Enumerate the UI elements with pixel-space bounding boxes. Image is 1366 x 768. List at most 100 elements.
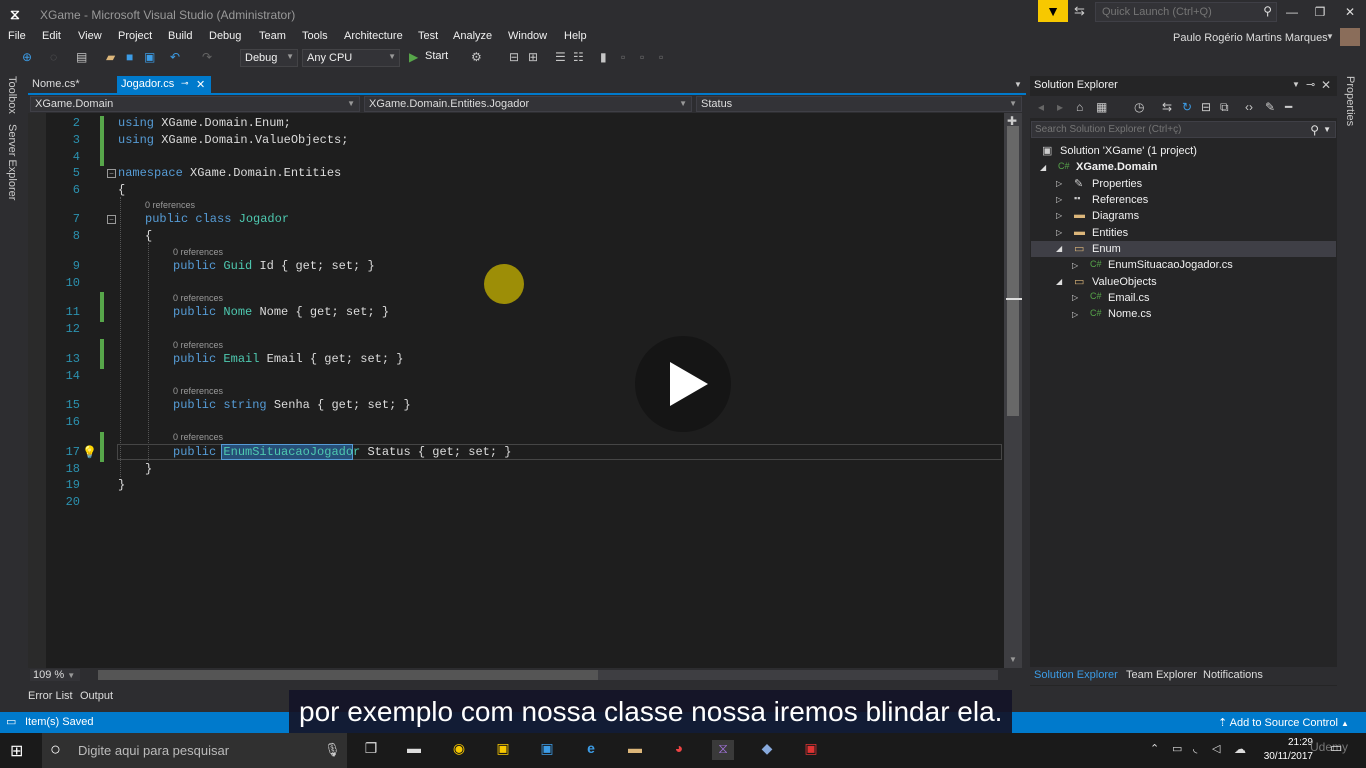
tree-item-valueobjects[interactable]: ValueObjects: [1092, 276, 1157, 288]
notification-filter-icon[interactable]: ▼: [1038, 0, 1068, 22]
menu-analyze[interactable]: Analyze: [453, 30, 492, 42]
solution-search-input[interactable]: [1035, 124, 1285, 135]
view-code-icon[interactable]: ‹›: [1245, 100, 1253, 114]
wifi-icon[interactable]: ◟: [1193, 742, 1197, 755]
restore-button[interactable]: ❐: [1306, 2, 1334, 22]
solution-search-box[interactable]: ⚲ ▼: [1031, 121, 1336, 138]
toolbar-icon-a[interactable]: ⊟: [509, 50, 519, 64]
tab-error-list[interactable]: Error List: [28, 690, 73, 702]
tab-solution-explorer[interactable]: Solution Explorer: [1034, 669, 1118, 681]
horizontal-scroll-thumb[interactable]: [98, 670, 598, 680]
visual-studio-icon[interactable]: ⧖: [712, 740, 734, 760]
undo-icon[interactable]: ↶: [170, 50, 180, 64]
toolbar-icon-b[interactable]: ⊞: [528, 50, 538, 64]
preview-icon[interactable]: ━: [1285, 100, 1292, 114]
file-explorer-icon[interactable]: ▬: [624, 740, 646, 760]
redo-icon[interactable]: ↷: [202, 50, 212, 64]
toolbar-icon-f[interactable]: ▫: [640, 50, 644, 64]
tab-output[interactable]: Output: [80, 690, 113, 702]
config-select[interactable]: Debug ▼: [240, 49, 298, 67]
app-icon[interactable]: ▣: [800, 740, 822, 760]
menu-architecture[interactable]: Architecture: [344, 30, 403, 42]
app-icon[interactable]: ▣: [492, 740, 514, 760]
tree-item-email[interactable]: Email.cs: [1108, 292, 1150, 304]
chevron-down-icon[interactable]: ▼: [1326, 32, 1334, 41]
expand-icon[interactable]: ◢: [1040, 163, 1046, 172]
save-icon[interactable]: ■: [126, 50, 133, 64]
chrome-icon[interactable]: ◕: [668, 740, 690, 760]
tab-overflow-icon[interactable]: ▼: [1014, 80, 1022, 89]
menu-window[interactable]: Window: [508, 30, 547, 42]
collapse-all-icon[interactable]: ⊟: [1201, 100, 1211, 114]
minimize-button[interactable]: —: [1278, 2, 1306, 22]
codelens-references[interactable]: 0 references: [173, 386, 223, 396]
menu-file[interactable]: File: [8, 30, 26, 42]
project-dropdown[interactable]: XGame.Domain ▼: [30, 96, 360, 112]
switch-views-icon[interactable]: ▦: [1096, 100, 1107, 114]
start-button[interactable]: Start: [425, 50, 448, 62]
open-file-icon[interactable]: ▰: [106, 50, 115, 64]
app-icon[interactable]: ◉: [448, 740, 470, 760]
tab-notifications[interactable]: Notifications: [1203, 669, 1263, 681]
tree-item-nome[interactable]: Nome.cs: [1108, 308, 1151, 320]
search-icon[interactable]: ⚲: [1310, 123, 1319, 137]
windows-start-icon[interactable]: ⊞: [10, 741, 23, 761]
new-project-icon[interactable]: ▤: [76, 50, 87, 64]
vertical-scroll-thumb[interactable]: [1007, 126, 1019, 416]
collapse-icon[interactable]: −: [107, 169, 116, 178]
bookmark-icon[interactable]: ▮: [600, 50, 607, 64]
user-name[interactable]: Paulo Rogério Martins Marques: [1173, 32, 1328, 44]
cloud-icon[interactable]: ☁: [1234, 742, 1246, 756]
close-icon[interactable]: ✕: [196, 78, 205, 91]
volume-icon[interactable]: ◁: [1212, 742, 1220, 755]
add-to-source-control[interactable]: ⇡ Add to Source Control ▲: [1218, 716, 1349, 729]
notifications-icon[interactable]: ▭: [1330, 740, 1342, 756]
expand-icon[interactable]: ▷: [1056, 228, 1062, 237]
menu-build[interactable]: Build: [168, 30, 192, 42]
app-icon[interactable]: ◆: [756, 740, 778, 760]
toolbar-icon-g[interactable]: ▫: [659, 50, 663, 64]
battery-icon[interactable]: ▭: [1172, 742, 1182, 755]
browser-link-icon[interactable]: ⚙: [471, 50, 482, 64]
lightbulb-icon[interactable]: 💡: [82, 445, 97, 459]
codelens-references[interactable]: 0 references: [173, 340, 223, 350]
codelens-references[interactable]: 0 references: [173, 247, 223, 257]
forward-icon[interactable]: ▸: [1057, 100, 1063, 114]
menu-help[interactable]: Help: [564, 30, 587, 42]
chevron-down-icon[interactable]: ▼: [1292, 80, 1300, 89]
close-button[interactable]: ✕: [1336, 2, 1364, 22]
expand-icon[interactable]: ▷: [1072, 261, 1078, 270]
forward-icon[interactable]: ◌: [50, 50, 57, 64]
avatar[interactable]: [1340, 28, 1360, 46]
platform-select[interactable]: Any CPU ▼: [302, 49, 400, 67]
tree-item-properties[interactable]: Properties: [1092, 178, 1142, 190]
tree-item-solution[interactable]: Solution 'XGame' (1 project): [1060, 145, 1197, 157]
menu-test[interactable]: Test: [418, 30, 438, 42]
tab-jogador-cs[interactable]: Jogador.cs ⊸ ✕: [117, 76, 211, 93]
pin-icon[interactable]: ⊸: [181, 78, 189, 89]
app-icon[interactable]: ▣: [536, 740, 558, 760]
quick-launch-box[interactable]: ⚲: [1095, 2, 1277, 22]
toolbar-icon-e[interactable]: ▫: [621, 50, 625, 64]
show-all-files-icon[interactable]: ⧉: [1220, 100, 1229, 115]
codelens-references[interactable]: 0 references: [173, 432, 223, 442]
codelens-references[interactable]: 0 references: [145, 200, 195, 210]
chevron-down-icon[interactable]: ▼: [1323, 125, 1331, 134]
terminal-icon[interactable]: ▬: [403, 740, 425, 760]
save-all-icon[interactable]: ▣: [144, 50, 155, 64]
tree-item-entities[interactable]: Entities: [1092, 227, 1128, 239]
codelens-references[interactable]: 0 references: [173, 293, 223, 303]
toolbox-tab[interactable]: Toolbox: [6, 76, 18, 114]
collapse-icon[interactable]: ◢: [1056, 244, 1062, 253]
tree-item-enumsituacaojogador[interactable]: EnumSituacaoJogador.cs: [1108, 259, 1233, 271]
refresh-icon[interactable]: ↻: [1182, 100, 1192, 114]
tab-nome-cs[interactable]: Nome.cs*: [28, 76, 114, 93]
type-dropdown[interactable]: XGame.Domain.Entities.Jogador ▼: [364, 96, 692, 112]
home-icon[interactable]: ⌂: [1076, 100, 1083, 114]
tree-item-references[interactable]: References: [1092, 194, 1148, 206]
feedback-icon[interactable]: ⇆: [1074, 3, 1085, 19]
pending-changes-icon[interactable]: ◷: [1134, 100, 1144, 114]
sync-icon[interactable]: ⇆: [1162, 100, 1172, 114]
search-icon[interactable]: ⚲: [1263, 4, 1272, 18]
start-icon[interactable]: ▶: [409, 50, 418, 64]
